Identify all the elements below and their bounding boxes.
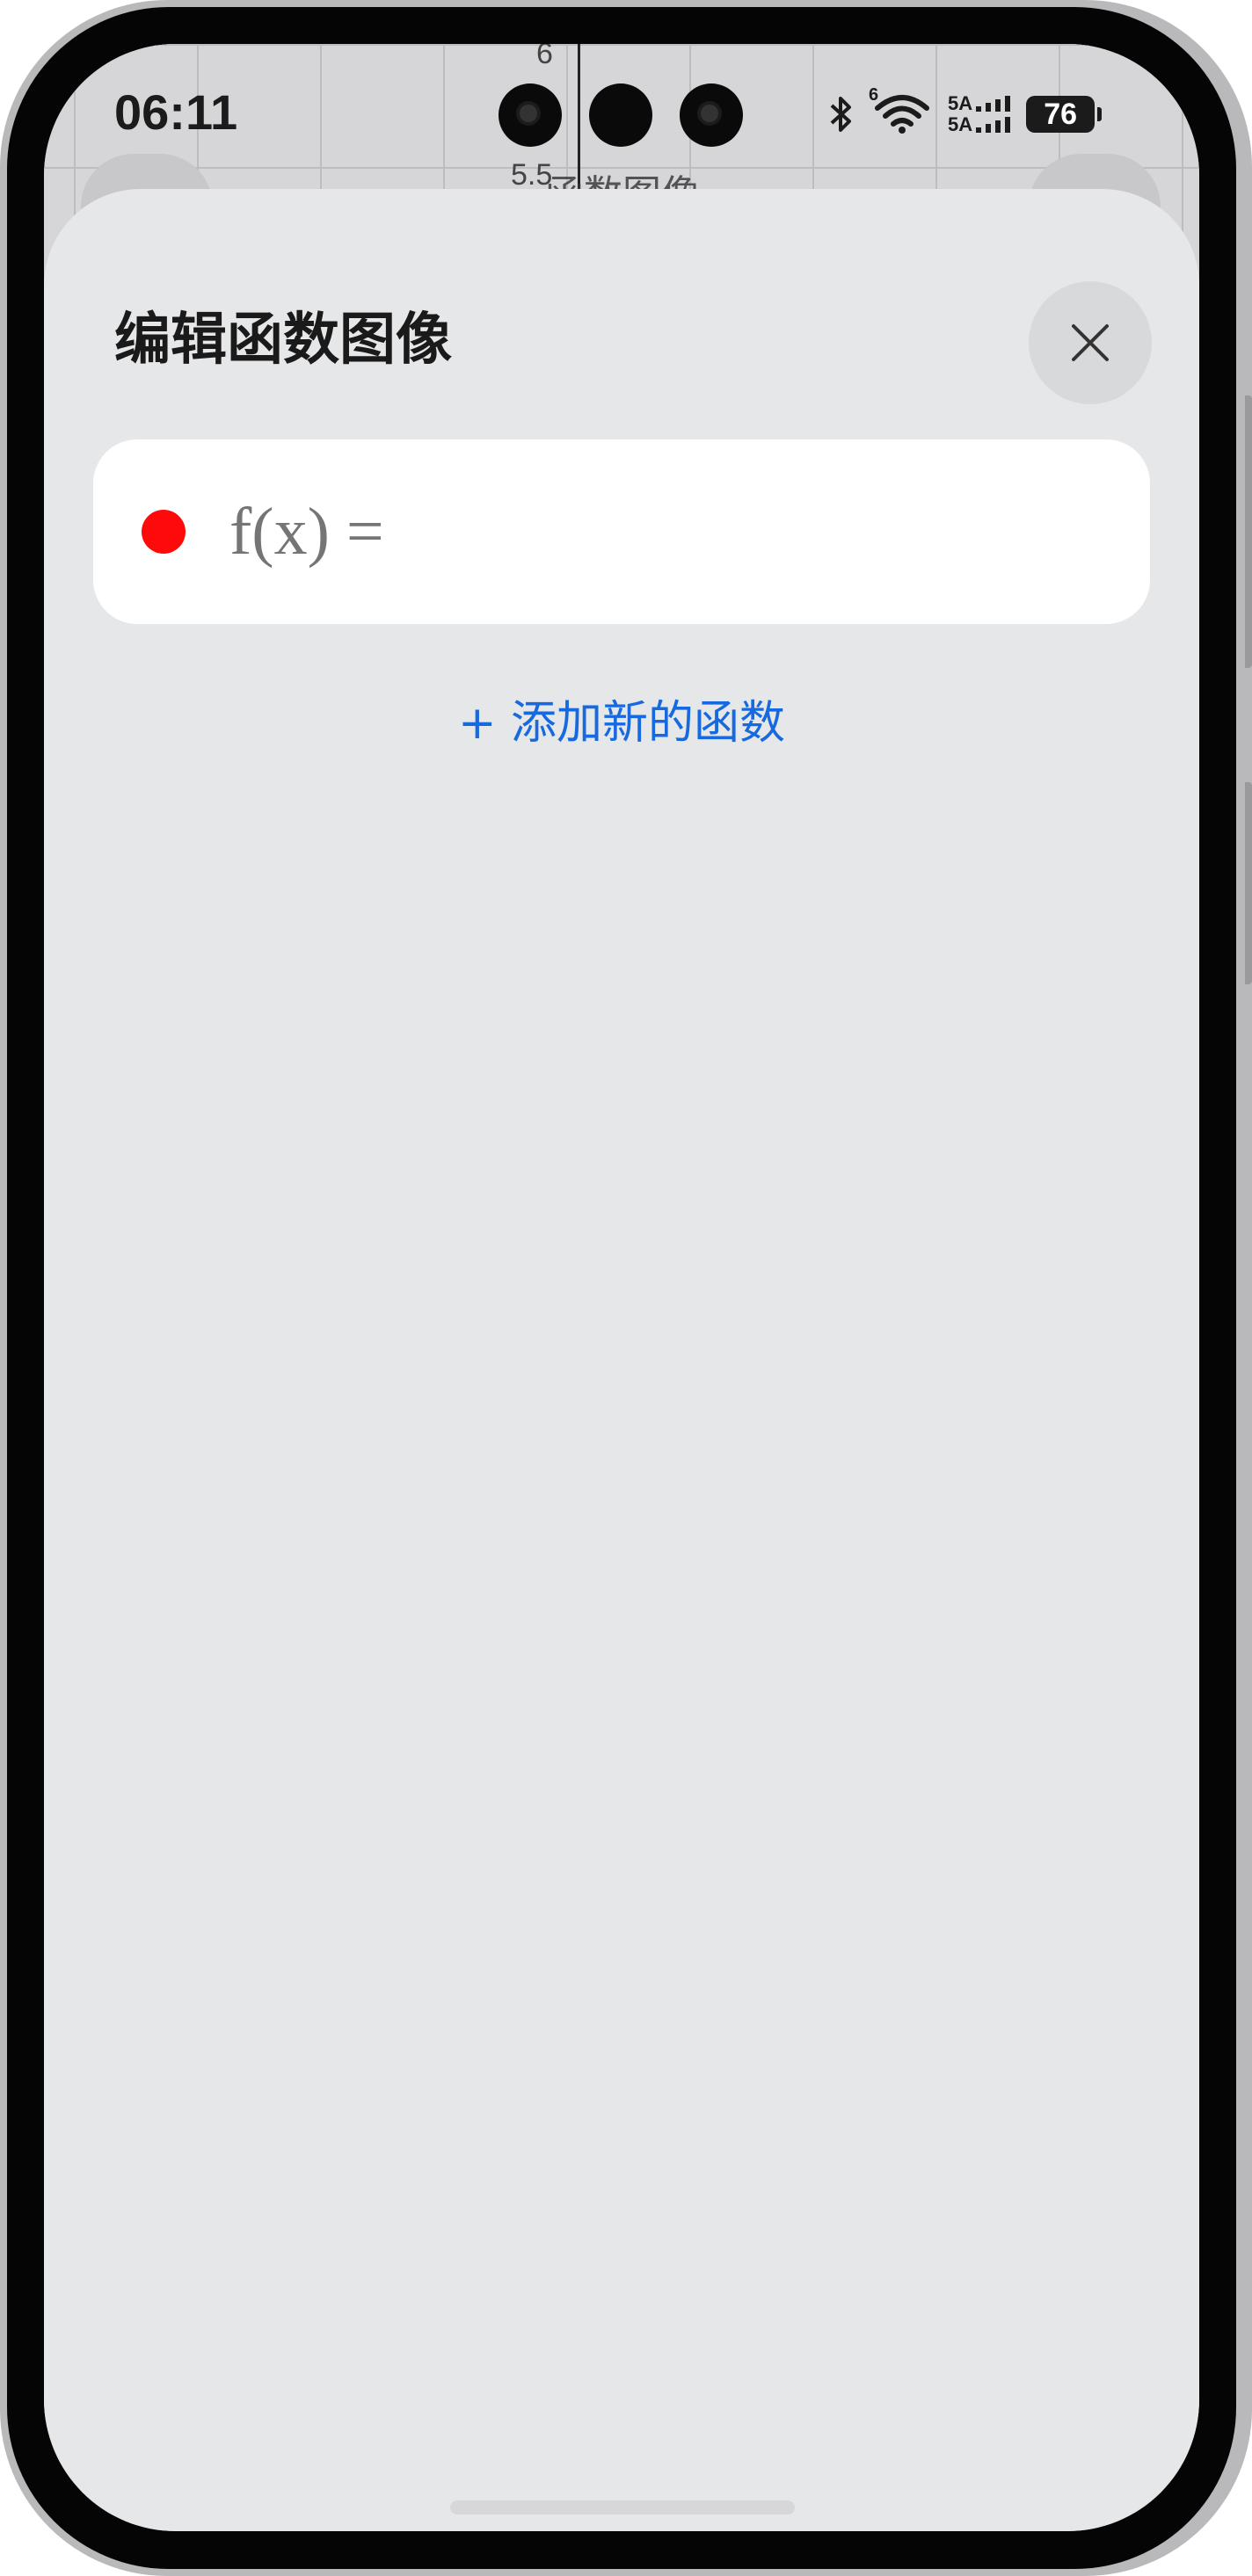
battery-icon: 76 (1026, 96, 1103, 133)
volume-button (1245, 395, 1252, 668)
network-type-bottom: 5A (948, 113, 973, 135)
add-function-button[interactable]: + 添加新的函数 (44, 686, 1199, 751)
y-tick-label: 6 (536, 44, 553, 70)
front-camera-right (680, 83, 743, 147)
function-input[interactable] (229, 479, 1109, 584)
wifi-indicator: 6 (869, 85, 932, 138)
function-row[interactable] (93, 439, 1150, 624)
function-color-dot[interactable] (142, 510, 186, 554)
close-button[interactable] (1029, 281, 1152, 404)
close-icon (1072, 324, 1109, 361)
bluetooth-icon (830, 97, 851, 132)
signal-bars-icon (976, 117, 1011, 133)
wifi-icon (875, 95, 929, 134)
front-camera-center (589, 83, 652, 147)
network-type-top: 5A (948, 92, 973, 114)
cellular-signal: 5A 5A (948, 92, 1011, 135)
signal-bars-icon (976, 96, 1011, 112)
screen: 6 5.5 函数图像 06:11 6 (44, 44, 1199, 2531)
power-button (1245, 782, 1252, 984)
edit-function-sheet: 编辑函数图像 + 添加新的函数 (44, 189, 1199, 2531)
status-time: 06:11 (114, 84, 238, 140)
wifi-badge: 6 (869, 85, 879, 105)
home-indicator[interactable] (450, 2500, 795, 2514)
sheet-title: 编辑函数图像 (114, 308, 452, 373)
status-icons: 6 5A 5A 76 (826, 85, 1103, 141)
front-camera-left (499, 83, 562, 147)
phone-frame: 6 5.5 函数图像 06:11 6 (0, 0, 1252, 2576)
